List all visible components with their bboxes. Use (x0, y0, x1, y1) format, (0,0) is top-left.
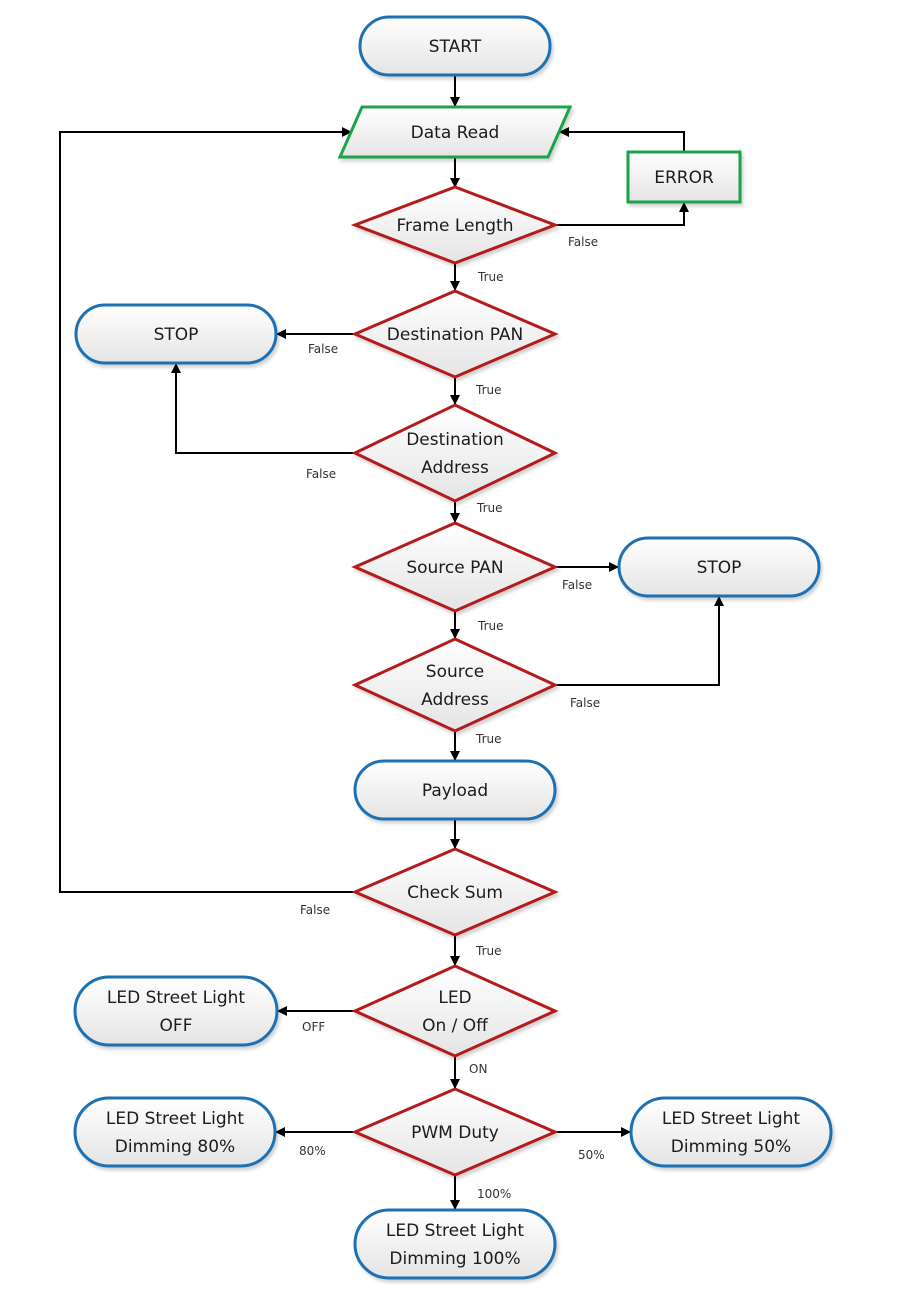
node-led-on-off: LED On / Off (351, 964, 559, 1058)
node-label: LED Street Light (386, 1221, 525, 1241)
edge-check-sum-to-data-read (59, 127, 355, 893)
edge-label: False (306, 467, 336, 481)
node-label: Payload (422, 781, 488, 801)
node-label: Check Sum (407, 883, 503, 903)
node-label: LED Street Light (107, 988, 246, 1008)
node-label: STOP (697, 558, 742, 578)
edge-error-to-data-read (559, 127, 685, 152)
edge-label: False (300, 903, 330, 917)
edge-label: False (562, 578, 592, 592)
node-frame-length: Frame Length (350, 185, 560, 265)
decision-shape (351, 637, 559, 733)
decision-shape (351, 403, 559, 503)
node-label: PWM Duty (411, 1123, 499, 1143)
node-label: Address (421, 690, 489, 710)
edge-destination-address-to-stop-left (171, 363, 355, 454)
node-label: Dimming 50% (671, 1137, 791, 1157)
node-label: Dimming 100% (389, 1249, 520, 1269)
node-dim-80: LED Street Light Dimming 80% (73, 1096, 277, 1168)
node-label: Source PAN (406, 558, 503, 578)
node-data-read: Data Read (337, 105, 573, 159)
node-label: Destination (406, 430, 504, 450)
node-pwm-duty: PWM Duty (351, 1087, 559, 1177)
node-label: ERROR (654, 168, 714, 188)
node-start: START (358, 15, 552, 77)
node-label: LED Street Light (106, 1109, 245, 1129)
node-label: On / Off (422, 1016, 489, 1036)
edge-label: 80% (299, 1144, 326, 1158)
node-label: OFF (160, 1016, 193, 1036)
node-stop-left: STOP (74, 303, 278, 365)
decision-shape (351, 964, 559, 1058)
node-check-sum: Check Sum (351, 847, 559, 937)
edge-label: ON (469, 1062, 487, 1076)
node-label: Dimming 80% (115, 1137, 235, 1157)
node-label: STOP (154, 325, 199, 345)
edge-label: True (475, 944, 502, 958)
edge-label: True (476, 501, 503, 515)
edge-label: False (570, 696, 600, 710)
edge-label: 50% (578, 1148, 605, 1162)
node-payload: Payload (353, 759, 557, 821)
nodes: START Data Read ERROR Frame Length STOP Desti… (73, 15, 833, 1280)
node-label: Data Read (411, 123, 500, 143)
edge-label: False (568, 235, 598, 249)
edge-label: True (477, 619, 504, 633)
node-dim-50: LED Street Light Dimming 50% (629, 1096, 833, 1168)
edge-label: OFF (302, 1020, 325, 1034)
edge-label: False (308, 342, 338, 356)
node-label: Source (426, 662, 484, 682)
flowchart: START Data Read ERROR Frame Length STOP Desti… (59, 15, 833, 1280)
node-led-off: LED Street Light OFF (73, 975, 279, 1047)
node-error: ERROR (626, 150, 742, 204)
edge-label: True (477, 270, 504, 284)
node-label: START (429, 37, 482, 57)
node-source-pan: Source PAN (351, 521, 559, 613)
edge-source-address-to-stop-right (555, 596, 724, 686)
edge-frame-length-to-error (555, 202, 689, 226)
node-source-address: Source Address (351, 637, 559, 733)
edge-label: True (475, 732, 502, 746)
node-dim-100: LED Street Light Dimming 100% (353, 1208, 557, 1280)
node-destination-pan: Destination PAN (351, 289, 559, 379)
edge-label: 100% (477, 1187, 511, 1201)
node-label: Address (421, 458, 489, 478)
node-label: LED Street Light (662, 1109, 801, 1129)
node-label: Destination PAN (387, 325, 523, 345)
node-label: Frame Length (396, 216, 513, 236)
node-stop-right: STOP (617, 536, 821, 598)
edge-label: True (475, 383, 502, 397)
node-label: LED (438, 988, 471, 1008)
node-destination-address: Destination Address (351, 403, 559, 503)
